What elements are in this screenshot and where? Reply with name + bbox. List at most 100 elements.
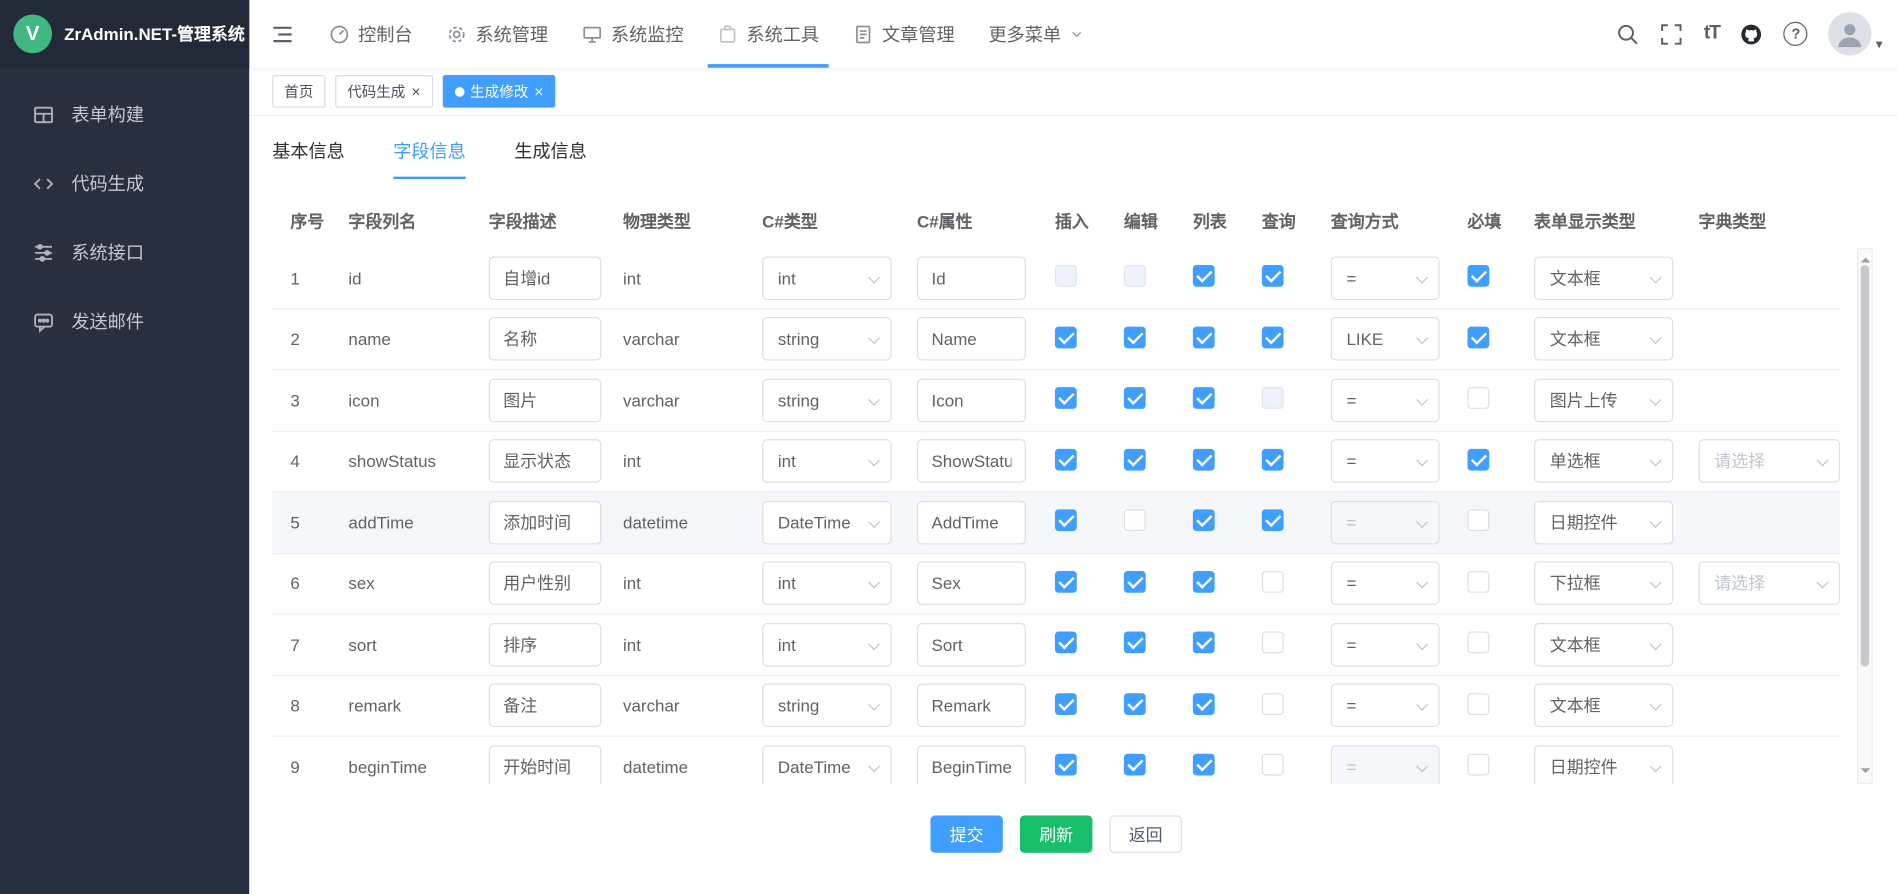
sidebar-item-code-gen[interactable]: 代码生成 xyxy=(0,149,249,218)
edit-checkbox[interactable] xyxy=(1124,693,1146,715)
display-type-select[interactable]: 文本框 xyxy=(1534,256,1673,300)
csharp-type-select[interactable]: string xyxy=(762,317,891,361)
query-mode-select[interactable]: = xyxy=(1331,562,1440,606)
required-checkbox[interactable] xyxy=(1467,449,1489,471)
display-type-select[interactable]: 文本框 xyxy=(1534,317,1673,361)
csharp-property-input[interactable] xyxy=(917,684,1026,728)
refresh-button[interactable]: 刷新 xyxy=(1020,815,1093,853)
query-mode-select[interactable]: = xyxy=(1331,256,1440,300)
close-icon[interactable]: × xyxy=(411,83,420,99)
display-type-select[interactable]: 图片上传 xyxy=(1534,378,1673,422)
insert-checkbox[interactable] xyxy=(1055,265,1077,287)
list-checkbox[interactable] xyxy=(1193,265,1215,287)
search-button[interactable] xyxy=(1617,22,1640,45)
description-input[interactable] xyxy=(489,378,602,422)
csharp-type-select[interactable]: DateTime xyxy=(762,501,891,545)
nav-item-system-tools[interactable]: 系统工具 xyxy=(701,0,837,68)
list-checkbox[interactable] xyxy=(1193,510,1215,532)
scroll-up-arrow[interactable] xyxy=(1860,253,1870,263)
required-checkbox[interactable] xyxy=(1467,510,1489,532)
edit-checkbox[interactable] xyxy=(1124,265,1146,287)
csharp-type-select[interactable]: DateTime xyxy=(762,745,891,784)
required-checkbox[interactable] xyxy=(1467,693,1489,715)
nav-item-system-manage[interactable]: 系统管理 xyxy=(429,0,565,68)
csharp-type-select[interactable]: int xyxy=(762,256,891,300)
query-mode-select[interactable]: LIKE xyxy=(1331,317,1440,361)
sidebar-item-send-mail[interactable]: 发送邮件 xyxy=(0,287,249,356)
display-type-select[interactable]: 日期控件 xyxy=(1534,745,1673,784)
dict-type-select[interactable]: 请选择 xyxy=(1699,439,1841,483)
tag-code-gen[interactable]: 代码生成 × xyxy=(335,75,433,108)
csharp-type-select[interactable]: int xyxy=(762,623,891,667)
description-input[interactable] xyxy=(489,684,602,728)
query-mode-select[interactable]: = xyxy=(1331,745,1440,784)
scroll-down-arrow[interactable] xyxy=(1860,768,1870,778)
query-checkbox[interactable] xyxy=(1262,571,1284,593)
display-type-select[interactable]: 单选框 xyxy=(1534,439,1673,483)
list-checkbox[interactable] xyxy=(1193,326,1215,348)
sidebar-toggle-button[interactable] xyxy=(249,0,312,68)
nav-item-dashboard[interactable]: 控制台 xyxy=(312,0,429,68)
description-input[interactable] xyxy=(489,256,602,300)
insert-checkbox[interactable] xyxy=(1055,632,1077,654)
scrollbar-thumb[interactable] xyxy=(1861,265,1869,667)
csharp-property-input[interactable] xyxy=(917,623,1026,667)
insert-checkbox[interactable] xyxy=(1055,449,1077,471)
insert-checkbox[interactable] xyxy=(1055,754,1077,776)
list-checkbox[interactable] xyxy=(1193,693,1215,715)
nav-item-more-menu[interactable]: 更多菜单 xyxy=(972,0,1101,68)
csharp-property-input[interactable] xyxy=(917,745,1026,784)
tab-basic-info[interactable]: 基本信息 xyxy=(272,138,345,179)
query-checkbox[interactable] xyxy=(1262,693,1284,715)
csharp-property-input[interactable] xyxy=(917,256,1026,300)
csharp-property-input[interactable] xyxy=(917,439,1026,483)
query-checkbox[interactable] xyxy=(1262,326,1284,348)
insert-checkbox[interactable] xyxy=(1055,571,1077,593)
tag-gen-edit[interactable]: 生成修改 × xyxy=(442,75,555,108)
csharp-type-select[interactable]: int xyxy=(762,562,891,606)
query-mode-select[interactable]: = xyxy=(1331,684,1440,728)
required-checkbox[interactable] xyxy=(1467,632,1489,654)
sidebar-item-form-builder[interactable]: 表单构建 xyxy=(0,80,249,149)
query-checkbox[interactable] xyxy=(1262,387,1284,409)
edit-checkbox[interactable] xyxy=(1124,510,1146,532)
github-button[interactable] xyxy=(1740,22,1763,45)
sidebar-item-system-api[interactable]: 系统接口 xyxy=(0,218,249,287)
display-type-select[interactable]: 文本框 xyxy=(1534,623,1673,667)
list-checkbox[interactable] xyxy=(1193,754,1215,776)
display-type-select[interactable]: 日期控件 xyxy=(1534,501,1673,545)
nav-item-system-monitor[interactable]: 系统监控 xyxy=(565,0,701,68)
description-input[interactable] xyxy=(489,623,602,667)
dict-type-select[interactable]: 请选择 xyxy=(1699,562,1841,606)
query-mode-select[interactable]: = xyxy=(1331,378,1440,422)
edit-checkbox[interactable] xyxy=(1124,326,1146,348)
csharp-property-input[interactable] xyxy=(917,378,1026,422)
csharp-property-input[interactable] xyxy=(917,562,1026,606)
required-checkbox[interactable] xyxy=(1467,387,1489,409)
edit-checkbox[interactable] xyxy=(1124,571,1146,593)
description-input[interactable] xyxy=(489,439,602,483)
csharp-property-input[interactable] xyxy=(917,501,1026,545)
tab-field-info[interactable]: 字段信息 xyxy=(393,138,466,179)
user-menu[interactable]: ▾ xyxy=(1829,12,1883,56)
logo-bar[interactable]: V ZrAdmin.NET-管理系统 xyxy=(0,0,249,68)
help-button[interactable]: ? xyxy=(1784,22,1808,46)
display-type-select[interactable]: 文本框 xyxy=(1534,684,1673,728)
edit-checkbox[interactable] xyxy=(1124,387,1146,409)
list-checkbox[interactable] xyxy=(1193,632,1215,654)
query-mode-select[interactable]: = xyxy=(1331,501,1440,545)
required-checkbox[interactable] xyxy=(1467,265,1489,287)
csharp-type-select[interactable]: int xyxy=(762,439,891,483)
query-mode-select[interactable]: = xyxy=(1331,439,1440,483)
list-checkbox[interactable] xyxy=(1193,449,1215,471)
font-size-icon[interactable]: tT xyxy=(1704,23,1720,45)
query-checkbox[interactable] xyxy=(1262,754,1284,776)
tag-home[interactable]: 首页 xyxy=(272,75,325,108)
description-input[interactable] xyxy=(489,317,602,361)
list-checkbox[interactable] xyxy=(1193,571,1215,593)
edit-checkbox[interactable] xyxy=(1124,632,1146,654)
back-button[interactable]: 返回 xyxy=(1109,815,1182,853)
description-input[interactable] xyxy=(489,562,602,606)
query-checkbox[interactable] xyxy=(1262,265,1284,287)
csharp-type-select[interactable]: string xyxy=(762,378,891,422)
